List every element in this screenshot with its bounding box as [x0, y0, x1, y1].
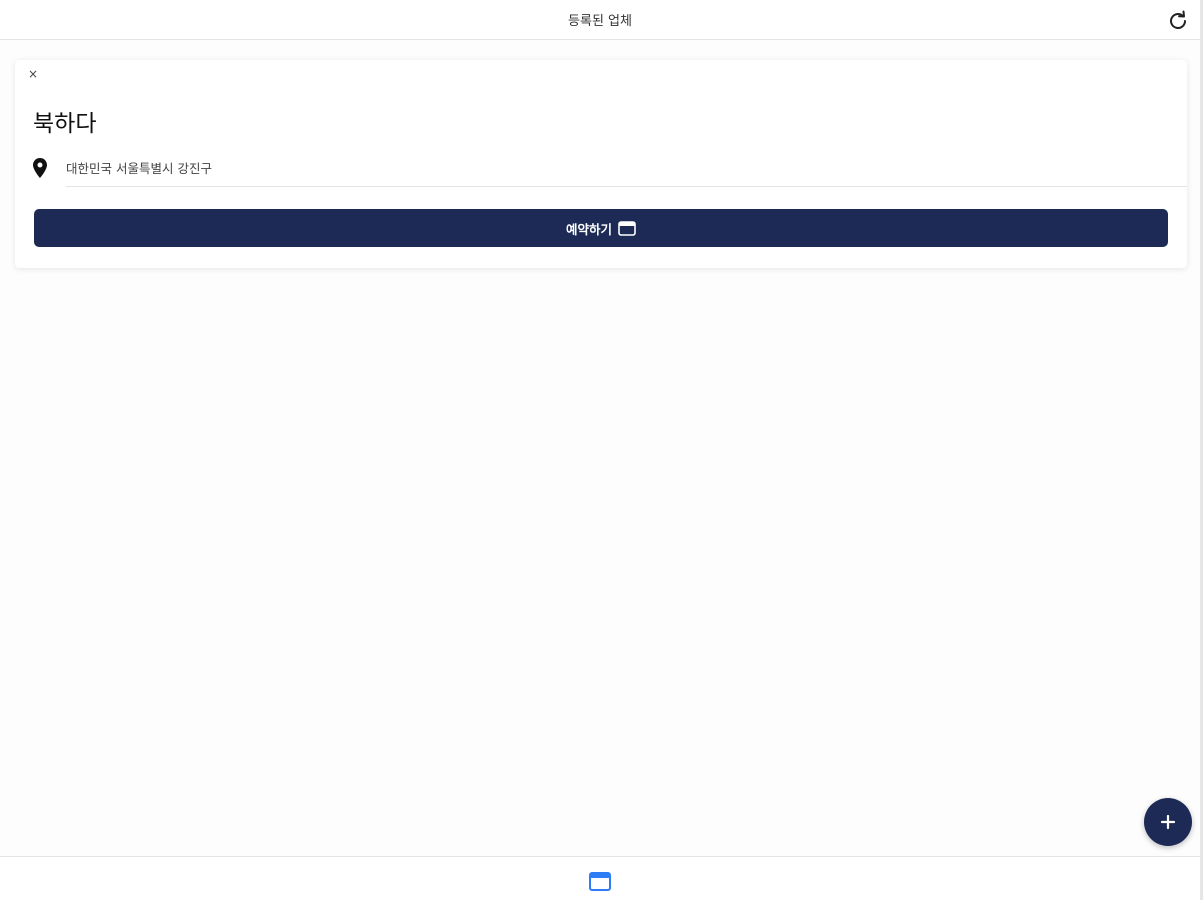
map-pin-icon — [33, 158, 47, 178]
reserve-button-label: 예약하기 — [565, 221, 612, 237]
top-app-bar: 등록된 업체 — [0, 0, 1200, 40]
business-address: 대한민국 서울특별시 강진구 — [66, 161, 212, 176]
calendar-icon — [589, 872, 611, 891]
page-title: 등록된 업체 — [568, 14, 632, 29]
refresh-button[interactable] — [1166, 9, 1190, 33]
address-divider — [66, 186, 1187, 187]
business-name: 북하다 — [33, 111, 97, 137]
refresh-icon — [1170, 10, 1186, 29]
calendar-icon — [618, 221, 636, 236]
plus-icon — [1160, 814, 1176, 830]
close-icon: × — [27, 67, 39, 81]
business-card: × 북하다 대한민국 서울특별시 강진구 예약하기 — [15, 60, 1187, 268]
reserve-button[interactable]: 예약하기 — [34, 209, 1168, 247]
tab-calendar[interactable] — [588, 870, 612, 892]
app-window: 등록된 업체 × 북하다 대한민국 서울특별시 강진구 예약하기 — [0, 0, 1203, 900]
bottom-tab-bar — [0, 856, 1200, 900]
close-button[interactable]: × — [26, 67, 40, 81]
add-business-button[interactable] — [1144, 798, 1192, 846]
